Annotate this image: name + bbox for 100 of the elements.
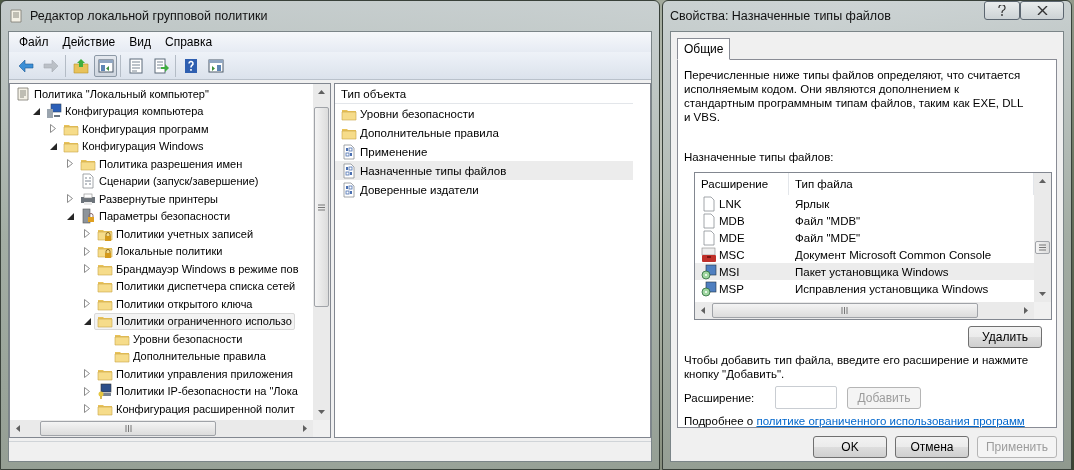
toolbar-button[interactable] — [94, 54, 117, 77]
close-button[interactable] — [1020, 1, 1064, 20]
type-cell-text: Ярлык — [794, 197, 831, 210]
tree-item[interactable]: Дополнительные правила — [111, 347, 269, 365]
vertical-scrollbar[interactable] — [313, 84, 330, 420]
column-header: Тип объекта — [335, 84, 633, 104]
list-item[interactable]: Уровни безопасности — [335, 104, 633, 123]
extension-cell: LNK — [695, 195, 789, 212]
extension-field[interactable] — [775, 386, 837, 409]
extension-cell: MSP — [695, 280, 789, 297]
menu-item[interactable]: Действие — [56, 35, 122, 49]
file-type-row[interactable]: MSP Исправления установщика Windows — [695, 280, 1034, 297]
list-item[interactable]: Назначенные типы файлов — [335, 161, 633, 180]
menu-item[interactable]: Вид — [123, 35, 157, 49]
collapsed-triangle-icon[interactable] — [84, 264, 90, 274]
file-type-row[interactable]: MDB Файл "MDB" — [695, 212, 1034, 229]
extension-cell: MDE — [695, 229, 789, 246]
extension-cell: MDB — [695, 212, 789, 229]
file-type-row[interactable]: MSI Пакет установщика Windows — [695, 263, 1034, 280]
tab[interactable]: Общие — [677, 38, 731, 60]
more-info-label: Подробнее о — [684, 415, 754, 427]
installer-icon — [701, 280, 717, 297]
remove-button[interactable]: Удалить — [968, 326, 1042, 348]
column-header[interactable]: Расширение — [695, 173, 789, 195]
menu-item[interactable]: Файл — [13, 35, 55, 49]
file-icon — [701, 229, 717, 246]
scroll-thumb[interactable] — [314, 107, 329, 307]
collapsed-triangle-icon[interactable] — [84, 246, 90, 256]
properties-icon — [127, 57, 144, 74]
tree-item[interactable]: Развернутые принтеры — [77, 190, 221, 208]
type-cell-text: Файл "MDB" — [794, 214, 862, 227]
file-type-row[interactable]: LNK Ярлык — [695, 195, 1034, 212]
description-text: Перечисленные ниже типы файлов определяют, что считается исполняемым кодом. Они являются дополнением к стандартным программным типам файлов, таким как EXE, DLL и VBS. — [684, 68, 1024, 124]
type-cell-text: Документ Microsoft Common Console — [794, 248, 993, 261]
collapsed-triangle-icon[interactable] — [50, 124, 56, 134]
horizontal-scrollbar[interactable] — [10, 420, 313, 437]
file-icon — [701, 195, 717, 212]
list-item[interactable]: Доверенные издатели — [335, 180, 633, 199]
back-arrow-icon — [17, 57, 34, 74]
hint-text: Чтобы добавить тип файла, введите его расширение и нажмите кнопку "Добавить". — [684, 353, 1030, 381]
expanded-triangle-icon[interactable] — [66, 212, 74, 220]
collapsed-triangle-icon[interactable] — [84, 386, 90, 396]
type-cell-text: Исправления установщика Windows — [794, 282, 990, 295]
file-icon — [701, 212, 717, 229]
extension-cell: MSC — [695, 246, 789, 263]
forward-arrow-icon — [42, 57, 59, 74]
tree-item[interactable]: Параметры безопасности — [77, 207, 234, 225]
server-lock-icon — [80, 208, 96, 225]
field-label: Расширение: — [684, 391, 756, 404]
expanded-triangle-icon[interactable] — [83, 317, 91, 325]
scrollbar-corner — [313, 420, 330, 437]
list-label: Назначенные типы файлов: — [684, 150, 835, 164]
tree-item[interactable]: Политики IP-безопасности на "Лока — [94, 382, 301, 400]
policy-link[interactable]: политике ограниченного использования программ — [756, 415, 1025, 427]
vertical-scrollbar[interactable] — [1034, 173, 1051, 302]
tree-item[interactable]: Конфигурация Windows — [60, 137, 207, 155]
tree-item[interactable]: Политики учетных записей — [94, 225, 257, 243]
document-icon — [15, 85, 31, 102]
file-type-row[interactable]: MDE Файл "MDE" — [695, 229, 1034, 246]
list-item[interactable]: Применение — [335, 142, 633, 161]
tree-item[interactable]: Сценарии (запуск/завершение) — [77, 172, 262, 190]
scroll-thumb[interactable] — [1035, 241, 1050, 255]
tree-item[interactable]: Политика "Локальный компьютер" — [12, 85, 212, 103]
binary-file-icon — [341, 181, 357, 198]
tree-item[interactable]: Политики открытого ключа — [94, 295, 256, 313]
collapsed-triangle-icon[interactable] — [67, 159, 73, 169]
tree-item[interactable]: Политики управления приложения — [94, 365, 296, 383]
tree-item[interactable]: Конфигурация компьютера — [43, 102, 207, 120]
list-item[interactable]: Дополнительные правила — [335, 123, 633, 142]
collapsed-triangle-icon[interactable] — [84, 404, 90, 414]
script-icon — [80, 173, 96, 190]
tree-item[interactable]: Конфигурация программ — [60, 120, 212, 138]
close-icon — [1036, 6, 1048, 15]
tree-item[interactable]: Политика разрешения имен — [77, 155, 246, 173]
dialog-button[interactable]: OK — [813, 436, 887, 458]
scrollbar-corner — [1034, 302, 1051, 319]
type-cell-text: Пакет установщика Windows — [794, 265, 950, 278]
printer-icon — [80, 190, 96, 207]
tree-item[interactable]: Политики ограниченного использо — [94, 312, 295, 330]
window-title: Редактор локальной групповой политики — [30, 9, 268, 23]
help-button[interactable] — [984, 1, 1020, 20]
expanded-triangle-icon[interactable] — [32, 107, 40, 115]
tree-item[interactable]: Конфигурация расширенной полит — [94, 400, 298, 418]
collapsed-triangle-icon[interactable] — [84, 229, 90, 239]
scroll-thumb[interactable] — [712, 303, 978, 318]
tree-item[interactable]: Политики диспетчера списка сетей — [94, 277, 299, 295]
scroll-thumb[interactable] — [40, 421, 216, 436]
tree-item[interactable]: Уровни безопасности — [111, 330, 246, 348]
file-type-row[interactable]: MSC Документ Microsoft Common Console — [695, 246, 1034, 263]
expanded-triangle-icon[interactable] — [49, 142, 57, 150]
dialog-button[interactable]: Отмена — [895, 436, 969, 458]
help-icon — [182, 57, 199, 74]
tree-item[interactable]: Локальные политики — [94, 242, 226, 260]
menu-item[interactable]: Справка — [159, 35, 219, 49]
folder-up-icon — [72, 57, 89, 74]
collapsed-triangle-icon[interactable] — [84, 299, 90, 309]
collapsed-triangle-icon[interactable] — [84, 369, 90, 379]
tree-item[interactable]: Брандмауэр Windows в режиме пов — [94, 260, 302, 278]
collapsed-triangle-icon[interactable] — [67, 194, 73, 204]
horizontal-scrollbar[interactable] — [695, 302, 1034, 319]
